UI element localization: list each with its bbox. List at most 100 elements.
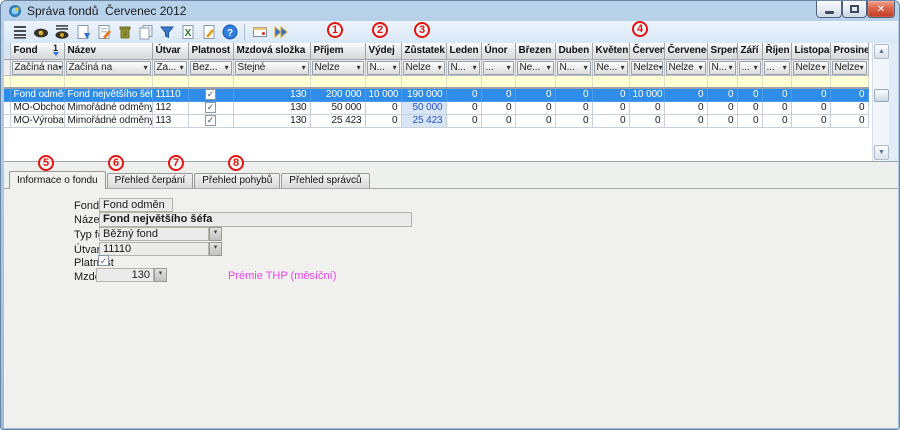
filter-input-cell[interactable]	[762, 75, 791, 88]
platnost-checkbox[interactable]: ✓	[205, 115, 216, 126]
titlebar[interactable]: Správa fondů Červenec 2012 ✕	[1, 1, 899, 21]
filter-input-cell[interactable]	[555, 75, 592, 88]
column-filter-dropdown[interactable]: N...▾	[557, 61, 591, 75]
column-filter-dropdown[interactable]: Bez...▾	[190, 61, 232, 75]
grid-cell[interactable]: 0	[664, 88, 707, 101]
column-header[interactable]: Únor	[481, 43, 515, 59]
column-header[interactable]: Příjem	[310, 43, 365, 59]
card-view-icon[interactable]	[249, 22, 270, 42]
grid-cell[interactable]: 0	[664, 101, 707, 114]
help-icon[interactable]: ?	[219, 22, 240, 42]
grid-cell[interactable]: 0	[515, 88, 555, 101]
grid-cell[interactable]: 0	[515, 101, 555, 114]
scrollbar-thumb[interactable]	[874, 89, 889, 102]
scroll-up-button[interactable]: ▲	[874, 44, 889, 59]
new-record-icon[interactable]	[72, 22, 93, 42]
grid-cell[interactable]: 0	[365, 114, 401, 127]
filter-input-cell[interactable]	[10, 75, 64, 88]
grid-cell[interactable]: 112	[152, 101, 188, 114]
rows-icon[interactable]	[9, 22, 30, 42]
grid-cell[interactable]: 0	[555, 114, 592, 127]
excel-export-icon[interactable]: X	[177, 22, 198, 42]
grid-cell[interactable]: 0	[707, 114, 737, 127]
column-filter-dropdown[interactable]: Ne...▾	[594, 61, 628, 75]
column-header[interactable]: Prosinec	[830, 43, 868, 59]
grid-cell[interactable]: 0	[481, 101, 515, 114]
copy-record-icon[interactable]	[135, 22, 156, 42]
column-header[interactable]: Květen	[592, 43, 629, 59]
column-header[interactable]: Červenec	[664, 43, 707, 59]
filter-input-cell[interactable]	[737, 75, 762, 88]
grid-cell[interactable]: 0	[762, 88, 791, 101]
column-header[interactable]: Duben	[555, 43, 592, 59]
column-filter-dropdown[interactable]: Nelze▾	[666, 61, 706, 75]
column-filter-dropdown[interactable]: Nelze▾	[793, 61, 829, 75]
edit-cell-icon[interactable]	[198, 22, 219, 42]
grid-cell[interactable]: 0	[592, 114, 629, 127]
grid-cell[interactable]: Fond největšího šéfa	[64, 88, 152, 101]
column-filter-dropdown[interactable]: Začíná na▾	[12, 61, 63, 75]
grid-cell[interactable]: 0	[446, 101, 481, 114]
grid-cell[interactable]: 10 000	[365, 88, 401, 101]
column-filter-dropdown[interactable]: Nelze▾	[832, 61, 867, 75]
delete-record-icon[interactable]	[114, 22, 135, 42]
grid-cell[interactable]: 25 423	[310, 114, 365, 127]
filter-input-cell[interactable]	[481, 75, 515, 88]
grid-cell[interactable]: 0	[791, 101, 830, 114]
grid-cell[interactable]: 50 000	[401, 101, 446, 114]
column-header[interactable]: Srpen	[707, 43, 737, 59]
filter-input-cell[interactable]	[233, 75, 310, 88]
edit-record-icon[interactable]	[93, 22, 114, 42]
filter-input-cell[interactable]	[629, 75, 664, 88]
column-header[interactable]: Výdej	[365, 43, 401, 59]
column-header[interactable]: Platnost	[188, 43, 233, 59]
grid-cell[interactable]: 0	[481, 114, 515, 127]
nazev-field[interactable]: Fond největšího šéfa	[99, 212, 412, 227]
filter-input-cell[interactable]	[791, 75, 830, 88]
column-filter-dropdown[interactable]: N...▾	[367, 61, 400, 75]
filter-input-cell[interactable]	[707, 75, 737, 88]
grid-cell[interactable]: 10 000	[629, 88, 664, 101]
platnost-checkbox[interactable]: ✓	[98, 255, 109, 266]
filter-input-cell[interactable]	[64, 75, 152, 88]
grid-cell[interactable]: 0	[762, 101, 791, 114]
filter-input-cell[interactable]	[446, 75, 481, 88]
column-header[interactable]: Fond1	[10, 43, 64, 59]
grid-cell[interactable]: Fond odměn	[10, 88, 64, 101]
column-filter-dropdown[interactable]: Stejné▾	[235, 61, 309, 75]
filter-input-cell[interactable]	[401, 75, 446, 88]
column-header[interactable]: Zůstatek	[401, 43, 446, 59]
grid-cell[interactable]: 0	[629, 114, 664, 127]
column-header[interactable]: Březen	[515, 43, 555, 59]
grid-cell[interactable]: 200 000	[310, 88, 365, 101]
view-refresh-icon[interactable]	[51, 22, 72, 42]
column-filter-dropdown[interactable]: Nelze▾	[631, 61, 663, 75]
grid-cell[interactable]: 0	[830, 88, 868, 101]
grid-cell[interactable]: 130	[233, 101, 310, 114]
mzdova-slozka-field[interactable]: 130	[96, 268, 154, 282]
column-filter-dropdown[interactable]: Za...▾	[154, 61, 187, 75]
grid-cell[interactable]: 0	[791, 114, 830, 127]
grid-cell[interactable]: 0	[555, 88, 592, 101]
grid-cell[interactable]: 0	[446, 114, 481, 127]
grid-cell[interactable]: 0	[737, 101, 762, 114]
filter-input-cell[interactable]	[365, 75, 401, 88]
mzdova-slozka-lookup-button[interactable]: ▾	[154, 268, 167, 282]
column-header[interactable]: Září	[737, 43, 762, 59]
grid-cell[interactable]: 0	[830, 114, 868, 127]
grid-cell[interactable]: Mimořádné odměny	[64, 114, 152, 127]
column-header[interactable]: Leden	[446, 43, 481, 59]
grid-cell[interactable]: 0	[737, 114, 762, 127]
filter-input-cell[interactable]	[310, 75, 365, 88]
typ-fondu-dropdown-button[interactable]: ▾	[209, 227, 222, 241]
grid-cell[interactable]: 113	[152, 114, 188, 127]
close-button[interactable]: ✕	[867, 1, 895, 18]
tab-prehled-cerpani[interactable]: Přehled čerpání	[107, 173, 194, 188]
column-header[interactable]: Název	[64, 43, 152, 59]
fast-forward-icon[interactable]	[270, 22, 291, 42]
grid-cell[interactable]: 0	[791, 88, 830, 101]
grid-cell[interactable]: 25 423	[401, 114, 446, 127]
grid-cell[interactable]: 0	[592, 88, 629, 101]
grid-cell[interactable]: 11110	[152, 88, 188, 101]
grid-cell[interactable]: 0	[365, 101, 401, 114]
